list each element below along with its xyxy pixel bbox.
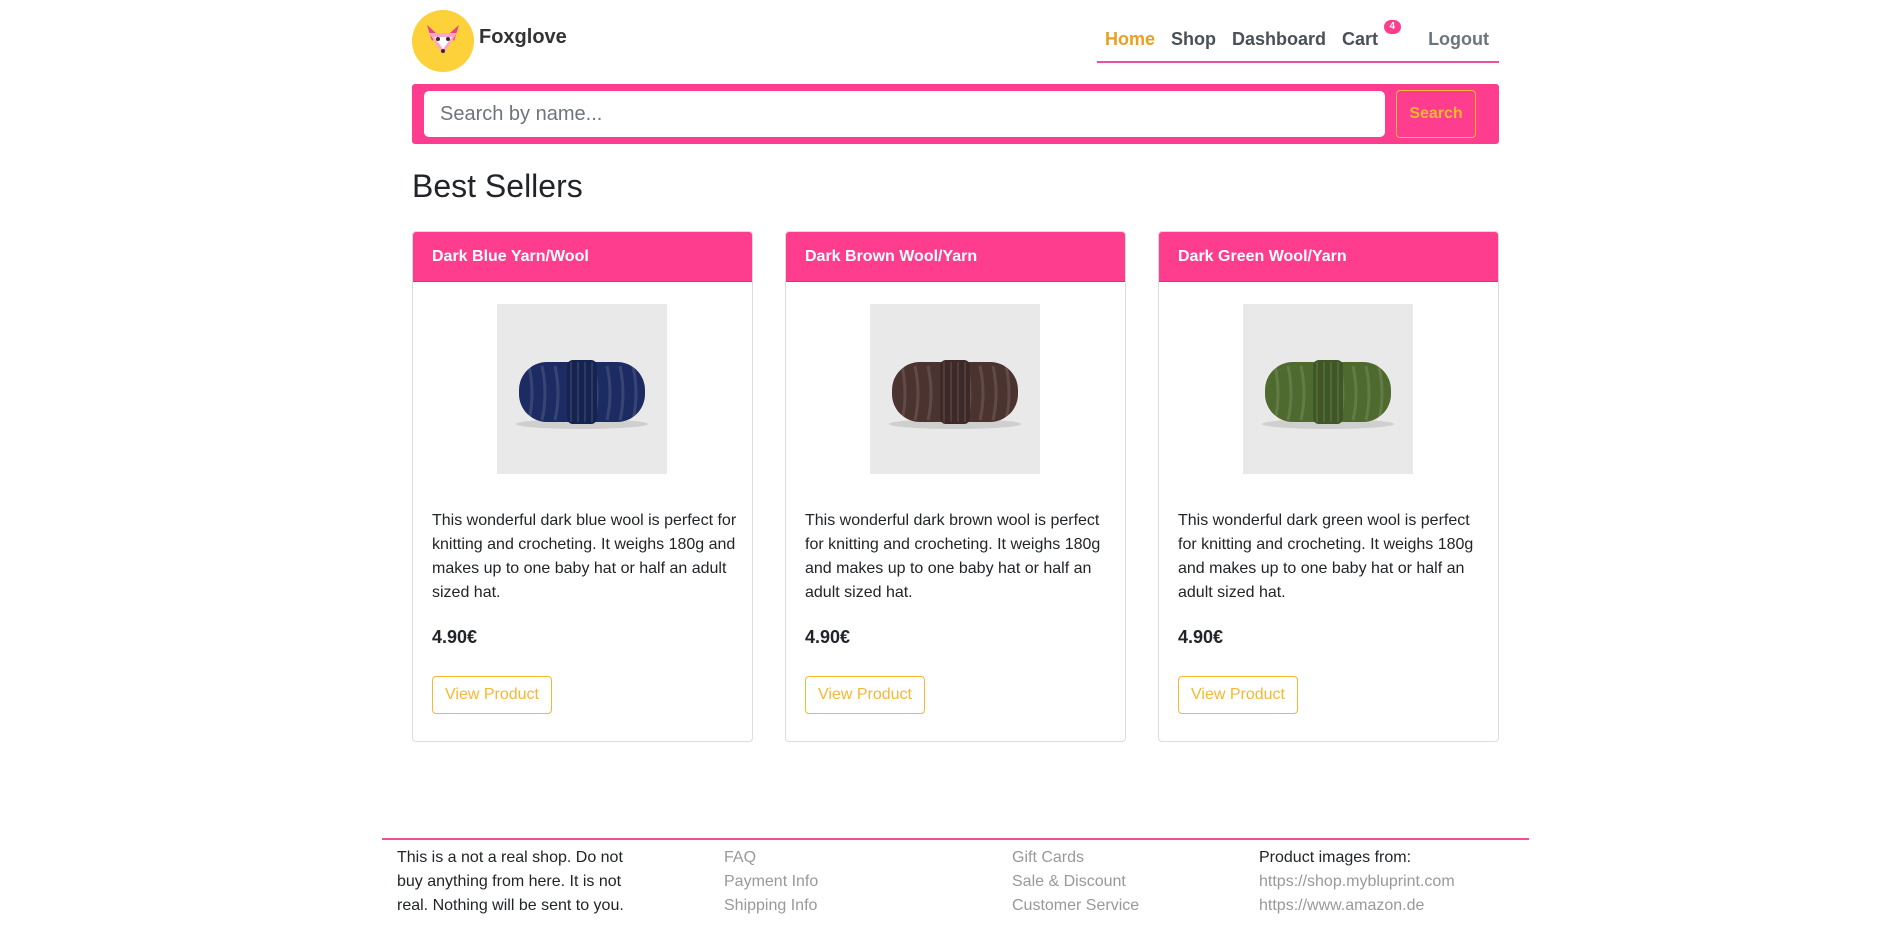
product-price: 4.90€ — [1178, 627, 1224, 647]
nav-home[interactable]: Home — [1105, 29, 1155, 50]
header: Foxglove Home Shop Dashboard Cart 4 Logo… — [412, 0, 1499, 84]
product-card: Dark Blue Yarn/Wool This wonderful dark … — [412, 231, 753, 742]
footer-credits-title: Product images from: — [1259, 849, 1412, 866]
page-container: Foxglove Home Shop Dashboard Cart 4 Logo… — [412, 0, 1499, 742]
footer-credit-link[interactable]: https://shop.mybluprint.com — [1259, 870, 1455, 894]
footer-link-gift-cards[interactable]: Gift Cards — [1012, 846, 1139, 870]
yarn-ball-image — [889, 360, 1021, 429]
footer-link-faq[interactable]: FAQ — [724, 846, 818, 870]
footer-link-payment[interactable]: Payment Info — [724, 870, 818, 894]
product-description: This wonderful dark blue wool is perfect… — [432, 512, 737, 601]
product-image[interactable] — [497, 304, 667, 474]
footer-credit-link[interactable]: https://www.amazon.de — [1259, 894, 1455, 918]
footer-text: buy anything from here. It is not — [397, 873, 622, 890]
product-title: Dark Blue Yarn/Wool — [413, 232, 752, 282]
main-nav: Home Shop Dashboard Cart 4 Logout — [1097, 18, 1499, 63]
section-title: Best Sellers — [412, 168, 583, 204]
footer-link-shipping[interactable]: Shipping Info — [724, 894, 818, 918]
footer-disclaimer: This is a not a real shop. Do not buy an… — [397, 846, 637, 918]
brand[interactable]: Foxglove — [412, 10, 567, 72]
footer-links-service: Gift Cards Sale & Discount Customer Serv… — [1012, 846, 1139, 918]
footer-credits: Product images from: https://shop.myblup… — [1259, 846, 1455, 918]
product-card: Dark Brown Wool/Yarn This wonderful dark… — [785, 231, 1126, 742]
footer-links-info: FAQ Payment Info Shipping Info — [724, 846, 818, 918]
product-card: Dark Green Wool/Yarn This wonderful dark… — [1158, 231, 1499, 742]
footer-link-customer-service[interactable]: Customer Service — [1012, 894, 1139, 918]
footer-text: real. Nothing will be sent to you. — [397, 897, 624, 914]
search-button[interactable]: Search — [1396, 90, 1476, 138]
nav-cart[interactable]: Cart 4 — [1342, 20, 1402, 50]
nav-logout[interactable]: Logout — [1428, 29, 1489, 50]
product-description: This wonderful dark green wool is perfec… — [1178, 512, 1474, 601]
product-image[interactable] — [870, 304, 1040, 474]
footer: This is a not a real shop. Do not buy an… — [382, 838, 1529, 935]
fox-icon — [412, 10, 474, 72]
product-title: Dark Green Wool/Yarn — [1159, 232, 1498, 282]
view-product-button[interactable]: View Product — [432, 676, 552, 714]
nav-dashboard[interactable]: Dashboard — [1232, 29, 1326, 50]
cart-count-badge: 4 — [1383, 20, 1402, 34]
footer-text: This is a not a real shop. Do not — [397, 849, 623, 866]
brand-name: Foxglove — [479, 25, 567, 48]
view-product-button[interactable]: View Product — [1178, 676, 1298, 714]
nav-shop[interactable]: Shop — [1171, 29, 1216, 50]
nav-cart-label: Cart — [1342, 29, 1379, 49]
search-bar: Search — [412, 84, 1499, 144]
product-title: Dark Brown Wool/Yarn — [786, 232, 1125, 282]
view-product-button[interactable]: View Product — [805, 676, 925, 714]
product-image[interactable] — [1243, 304, 1413, 474]
product-description: This wonderful dark brown wool is perfec… — [805, 512, 1101, 601]
yarn-ball-image — [516, 360, 648, 429]
product-price: 4.90€ — [805, 627, 851, 647]
product-price: 4.90€ — [432, 627, 478, 647]
search-input[interactable] — [424, 91, 1385, 137]
yarn-ball-image — [1262, 360, 1394, 429]
footer-link-sale[interactable]: Sale & Discount — [1012, 870, 1139, 894]
